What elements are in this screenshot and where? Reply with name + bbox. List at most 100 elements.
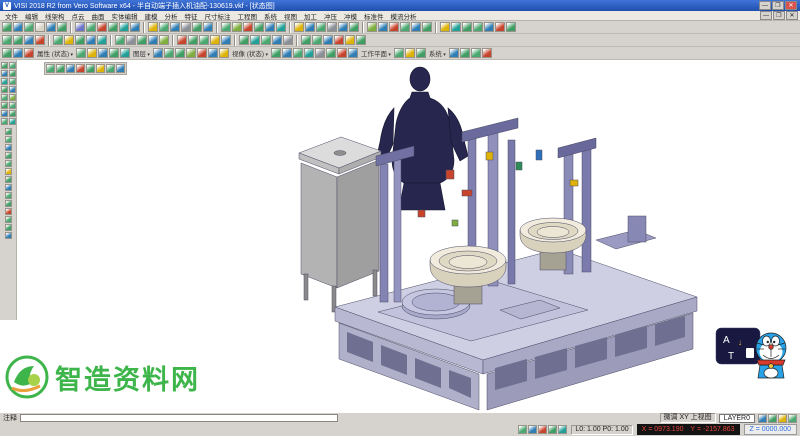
- toolbar-icon[interactable]: [495, 22, 505, 32]
- menu-item[interactable]: 编辑: [22, 11, 41, 21]
- toolbar-icon[interactable]: [86, 22, 96, 32]
- mdi-restore-button[interactable]: ❒: [773, 11, 785, 20]
- toolbar-icon[interactable]: [778, 414, 787, 423]
- toolbar-icon[interactable]: [115, 35, 125, 45]
- toolbar-icon[interactable]: [24, 22, 34, 32]
- toolbar-icon[interactable]: [389, 22, 399, 32]
- toolbar-icon[interactable]: [9, 86, 16, 93]
- toolbar-icon[interactable]: [197, 48, 207, 58]
- toolbar-icon[interactable]: [130, 22, 140, 32]
- toolbar-icon[interactable]: [24, 48, 34, 58]
- toolbar-icon[interactable]: [484, 22, 494, 32]
- toolbar-icon[interactable]: [518, 425, 527, 434]
- toolbar-icon[interactable]: [35, 22, 45, 32]
- toolbar-icon[interactable]: [2, 48, 12, 58]
- toolbar-icon[interactable]: [5, 216, 12, 223]
- menu-item[interactable]: 点云: [69, 11, 88, 21]
- toolbar-icon[interactable]: [338, 22, 348, 32]
- menu-item[interactable]: 标准件: [361, 11, 387, 21]
- toolbar-icon[interactable]: [159, 35, 169, 45]
- toolbar-icon[interactable]: [265, 22, 275, 32]
- toolbar-icon[interactable]: [349, 22, 359, 32]
- menu-item[interactable]: 实体编辑: [109, 11, 141, 21]
- toolbar-icon[interactable]: [239, 35, 249, 45]
- toolbar-icon[interactable]: [411, 22, 421, 32]
- toolbar-icon[interactable]: [9, 102, 16, 109]
- toolbar-icon[interactable]: [5, 176, 12, 183]
- toolbar-icon[interactable]: [2, 22, 12, 32]
- toolbar-icon[interactable]: [56, 64, 65, 73]
- toolbar-icon[interactable]: [5, 224, 12, 231]
- toolbar-icon[interactable]: [378, 22, 388, 32]
- toolbar-icon[interactable]: [76, 48, 86, 58]
- toolbar-icon[interactable]: [159, 22, 169, 32]
- toolbar-icon[interactable]: [337, 48, 347, 58]
- toolbar-icon[interactable]: [394, 48, 404, 58]
- toolbar-icon[interactable]: [108, 22, 118, 32]
- attributes-group-label[interactable]: 属性 (状态): [35, 48, 75, 58]
- toolbar-icon[interactable]: [768, 414, 777, 423]
- toolbar-icon[interactable]: [46, 22, 56, 32]
- toolbar-icon[interactable]: [326, 48, 336, 58]
- toolbar-icon[interactable]: [57, 22, 67, 32]
- command-input[interactable]: [20, 414, 338, 422]
- toolbar-icon[interactable]: [177, 35, 187, 45]
- toolbar-icon[interactable]: [250, 35, 260, 45]
- toolbar-icon[interactable]: [75, 35, 85, 45]
- toolbar-icon[interactable]: [400, 22, 410, 32]
- toolbar-icon[interactable]: [276, 22, 286, 32]
- toolbar-icon[interactable]: [13, 48, 23, 58]
- toolbar-icon[interactable]: [5, 232, 12, 239]
- toolbar-icon[interactable]: [148, 35, 158, 45]
- toolbar-icon[interactable]: [348, 48, 358, 58]
- toolbar-icon[interactable]: [199, 35, 209, 45]
- mdi-close-button[interactable]: ✕: [786, 11, 798, 20]
- toolbar-icon[interactable]: [35, 35, 45, 45]
- toolbar-icon[interactable]: [316, 22, 326, 32]
- toolbar-icon[interactable]: [53, 35, 63, 45]
- toolbar-icon[interactable]: [1, 94, 8, 101]
- toolbar-icon[interactable]: [367, 22, 377, 32]
- system-group-label[interactable]: 系统: [427, 48, 448, 58]
- toolbar-icon[interactable]: [356, 35, 366, 45]
- toolbar-icon[interactable]: [5, 160, 12, 167]
- toolbar-icon[interactable]: [334, 35, 344, 45]
- toolbar-icon[interactable]: [528, 425, 537, 434]
- toolbar-icon[interactable]: [304, 48, 314, 58]
- toolbar-icon[interactable]: [1, 62, 8, 69]
- toolbar-icon[interactable]: [210, 35, 220, 45]
- toolbar-icon[interactable]: [97, 22, 107, 32]
- toolbar-icon[interactable]: [175, 48, 185, 58]
- toolbar-icon[interactable]: [87, 48, 97, 58]
- toolbar-icon[interactable]: [345, 35, 355, 45]
- toolbar-icon[interactable]: [272, 35, 282, 45]
- menu-item[interactable]: 冲模: [341, 11, 360, 21]
- toolbar-icon[interactable]: [294, 22, 304, 32]
- toolbar-icon[interactable]: [116, 64, 125, 73]
- toolbar-icon[interactable]: [13, 35, 23, 45]
- toolbar-icon[interactable]: [9, 62, 16, 69]
- menu-item[interactable]: 加工: [301, 11, 320, 21]
- toolbar-icon[interactable]: [254, 22, 264, 32]
- menu-item[interactable]: 建模: [142, 11, 161, 21]
- menu-item[interactable]: 曲面: [89, 11, 108, 21]
- toolbar-icon[interactable]: [86, 35, 96, 45]
- toolbar-icon[interactable]: [327, 22, 337, 32]
- toolbar-icon[interactable]: [1, 78, 8, 85]
- toolbar-icon[interactable]: [188, 35, 198, 45]
- toolbar-icon[interactable]: [506, 22, 516, 32]
- toolbar-icon[interactable]: [261, 35, 271, 45]
- menu-item[interactable]: 模流分析: [388, 11, 420, 21]
- toolbar-icon[interactable]: [1, 86, 8, 93]
- toolbar-icon[interactable]: [97, 35, 107, 45]
- toolbar-icon[interactable]: [5, 128, 12, 135]
- toolbar-icon[interactable]: [137, 35, 147, 45]
- toolbar-icon[interactable]: [186, 48, 196, 58]
- snap-mode-indicator[interactable]: 微调 XY 上视图: [660, 413, 716, 423]
- toolbar-icon[interactable]: [119, 22, 129, 32]
- menu-item[interactable]: 分析: [162, 11, 181, 21]
- mdi-minimize-button[interactable]: —: [760, 11, 772, 20]
- toolbar-icon[interactable]: [208, 48, 218, 58]
- toolbar-icon[interactable]: [221, 22, 231, 32]
- toolbar-icon[interactable]: [9, 78, 16, 85]
